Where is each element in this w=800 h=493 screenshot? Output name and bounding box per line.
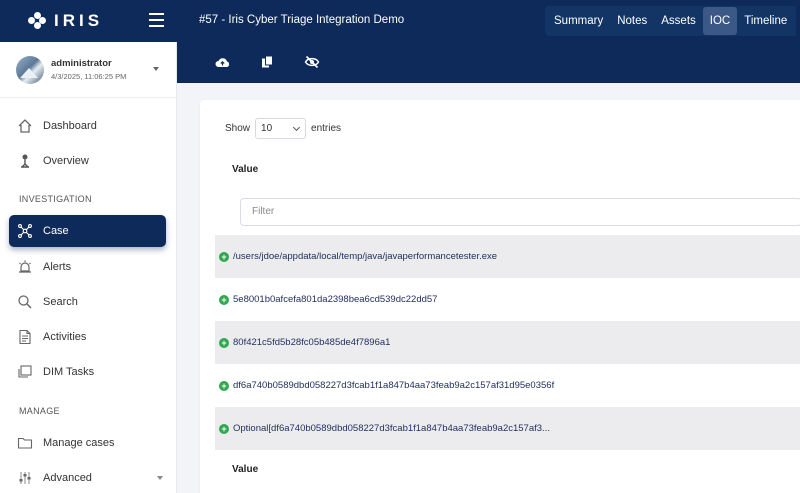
table-row[interactable]: + 5e8001b0afcefa801da2398bea6cd539dc22dd… bbox=[215, 278, 800, 321]
expand-row-icon[interactable]: + bbox=[219, 294, 229, 305]
ioc-table-card: Show 10 entries Value Filter + /users/jd… bbox=[200, 100, 800, 493]
sidebar-item-label: Search bbox=[43, 296, 78, 308]
sidebar-item-label: Case bbox=[43, 225, 69, 237]
ioc-value[interactable]: 80f421c5fd5b28fc05b485de4f7896a1 bbox=[233, 337, 390, 348]
column-footer-value: Value bbox=[232, 464, 259, 475]
table-row[interactable]: + 80f421c5fd5b28fc05b485de4f7896a1 bbox=[215, 321, 800, 364]
overview-icon bbox=[16, 152, 34, 170]
cloud-upload-icon[interactable] bbox=[214, 54, 230, 70]
sidebar-item-manage-cases[interactable]: Manage cases bbox=[9, 427, 166, 459]
sidebar-item-label: Manage cases bbox=[43, 437, 115, 449]
sidebar-item-label: DIM Tasks bbox=[43, 366, 95, 378]
sidebar-item-label: Dashboard bbox=[43, 120, 97, 132]
chevron-down-icon[interactable] bbox=[153, 67, 159, 71]
chevron-down-icon bbox=[157, 476, 163, 480]
avatar bbox=[16, 55, 44, 84]
user-date: 4/3/2025, 11:06:25 PM bbox=[51, 72, 127, 81]
sidebar-item-case[interactable]: Case bbox=[9, 215, 166, 247]
sidebar-item-overview[interactable]: Overview bbox=[9, 145, 166, 177]
copy-icon[interactable] bbox=[259, 54, 275, 70]
entries-label: entries bbox=[311, 123, 342, 134]
sidebar-item-label: Overview bbox=[43, 155, 89, 167]
case-tabs: Summary Notes Assets IOC Timeline bbox=[545, 6, 797, 36]
iris-logo-icon bbox=[28, 12, 46, 30]
home-icon bbox=[16, 117, 34, 135]
sidebar-item-dashboard[interactable]: Dashboard bbox=[9, 110, 166, 142]
user-panel[interactable]: administrator 4/3/2025, 11:06:25 PM bbox=[0, 42, 176, 98]
expand-row-icon[interactable]: + bbox=[219, 251, 229, 262]
page-size-value: 10 bbox=[261, 123, 273, 134]
tab-notes[interactable]: Notes bbox=[610, 7, 654, 35]
column-header-value[interactable]: Value bbox=[232, 164, 258, 175]
table-row[interactable]: + Optional[df6a740b0589dbd058227d3fcab1f… bbox=[215, 407, 800, 450]
expand-row-icon[interactable]: + bbox=[219, 423, 229, 434]
tab-ioc[interactable]: IOC bbox=[702, 7, 738, 35]
table-row[interactable]: + df6a740b0589dbd058227d3fcab1f1a847b4aa… bbox=[215, 364, 800, 407]
filter-input[interactable]: Filter bbox=[240, 198, 800, 226]
section-investigation: INVESTIGATION bbox=[19, 194, 92, 204]
activities-icon bbox=[16, 328, 34, 346]
ioc-value[interactable]: /users/jdoe/appdata/local/temp/java/java… bbox=[233, 251, 497, 262]
show-label: Show bbox=[225, 123, 251, 134]
search-icon bbox=[16, 293, 34, 311]
sidebar-item-label: Activities bbox=[43, 331, 87, 343]
case-network-icon bbox=[16, 222, 34, 240]
menu-toggle-icon[interactable] bbox=[149, 13, 164, 27]
page-size-select[interactable]: 10 bbox=[255, 118, 307, 139]
ioc-value[interactable]: 5e8001b0afcefa801da2398bea6cd539dc22dd57 bbox=[233, 294, 437, 305]
table-row[interactable]: + /users/jdoe/appdata/local/temp/java/ja… bbox=[215, 235, 800, 278]
ioc-value[interactable]: Optional[df6a740b0589dbd058227d3fcab1f1a… bbox=[233, 423, 550, 434]
eye-slash-icon[interactable] bbox=[304, 54, 320, 70]
sidebar-item-search[interactable]: Search bbox=[9, 286, 166, 318]
sidebar-item-alerts[interactable]: Alerts bbox=[9, 251, 166, 283]
expand-row-icon[interactable]: + bbox=[219, 337, 229, 348]
expand-row-icon[interactable]: + bbox=[219, 380, 229, 391]
tasks-icon bbox=[16, 363, 34, 381]
case-toolbar bbox=[177, 42, 800, 83]
sidebar-item-label: Advanced bbox=[43, 472, 92, 484]
sliders-icon bbox=[16, 469, 34, 487]
tab-summary[interactable]: Summary bbox=[547, 7, 610, 35]
folder-icon bbox=[16, 434, 34, 452]
page-length-control: Show 10 entries bbox=[225, 118, 341, 139]
tab-assets[interactable]: Assets bbox=[654, 7, 703, 35]
sidebar-item-label: Alerts bbox=[43, 261, 72, 273]
top-bar: IRIS #57 - Iris Cyber Triage Integration… bbox=[0, 0, 800, 42]
brand-name: IRIS bbox=[54, 11, 104, 30]
case-title: #57 - Iris Cyber Triage Integration Demo bbox=[199, 14, 405, 26]
sidebar: administrator 4/3/2025, 11:06:25 PM Dash… bbox=[0, 42, 177, 493]
sidebar-item-dim-tasks[interactable]: DIM Tasks bbox=[9, 356, 166, 388]
tab-timeline[interactable]: Timeline bbox=[737, 7, 794, 35]
sidebar-item-advanced[interactable]: Advanced bbox=[9, 462, 166, 493]
alert-icon bbox=[16, 258, 34, 276]
user-name: administrator bbox=[51, 58, 112, 69]
section-manage: MANAGE bbox=[19, 406, 60, 416]
ioc-value[interactable]: df6a740b0589dbd058227d3fcab1f1a847b4aa73… bbox=[233, 380, 554, 391]
chevron-down-icon bbox=[292, 123, 301, 132]
sidebar-item-activities[interactable]: Activities bbox=[9, 321, 166, 353]
